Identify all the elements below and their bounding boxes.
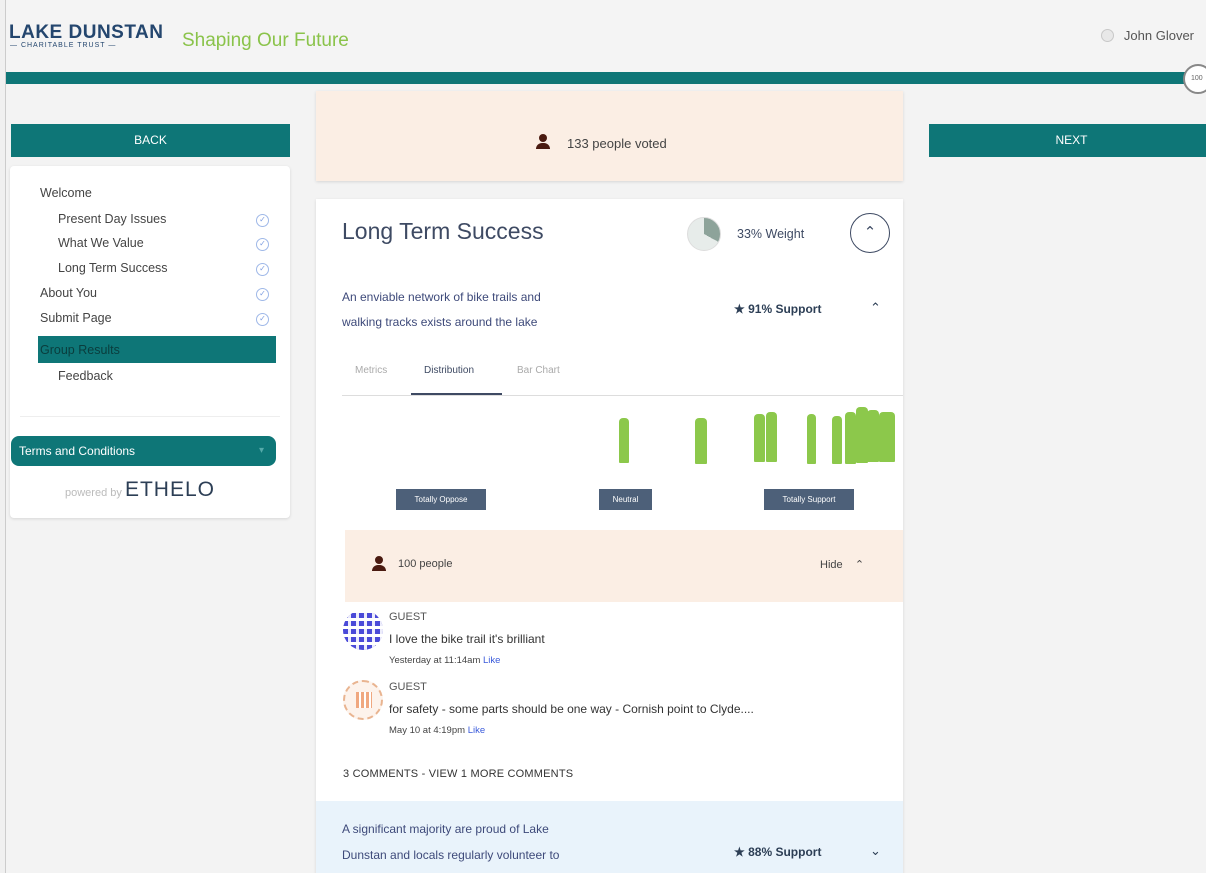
option-text-line2: walking tracks exists around the lake: [342, 315, 538, 329]
person-figure: [867, 410, 879, 462]
user-name: John Glover: [1123, 28, 1194, 43]
check-icon: ✓: [256, 288, 269, 301]
sidebar-item-present-day-issues[interactable]: Present Day Issues: [58, 212, 166, 226]
terms-label: Terms and Conditions: [19, 444, 136, 458]
progress-bar: [0, 72, 1192, 84]
chevron-down-icon[interactable]: ⌄: [870, 843, 881, 859]
sidebar-item-submit-page[interactable]: Submit Page: [40, 311, 112, 325]
option-support: ★ 88% Support: [734, 845, 822, 859]
sidebar-item-long-term-success[interactable]: Long Term Success: [58, 261, 168, 275]
window-frame: [0, 0, 6, 873]
person-figure: [807, 414, 816, 464]
avatar: [343, 680, 383, 720]
comment-time: Yesterday at 11:14am: [389, 655, 481, 666]
sidebar: Welcome Present Day Issues ✓ What We Val…: [10, 166, 290, 518]
label-totally-support: Totally Support: [764, 489, 854, 510]
person-figure: [845, 412, 856, 464]
collapse-section-button[interactable]: ⌃: [850, 213, 890, 253]
person-figure: [695, 418, 707, 464]
comment-author: GUEST: [389, 611, 427, 623]
sidebar-item-about-you[interactable]: About You: [40, 286, 97, 300]
sidebar-item-what-we-value[interactable]: What We Value: [58, 236, 144, 250]
label-neutral: Neutral: [599, 489, 652, 510]
user-avatar-icon: [1100, 29, 1114, 42]
logo-subtitle: — CHARITABLE TRUST —: [10, 42, 117, 49]
tagline: Shaping Our Future: [182, 30, 349, 51]
sidebar-item-group-results-label: Group Results: [40, 343, 120, 357]
active-tab-indicator: [411, 393, 502, 395]
chevron-up-icon[interactable]: ⌃: [870, 300, 881, 316]
option-text-line1: A significant majority are proud of Lake: [342, 822, 549, 836]
weight-label: 33% Weight: [737, 227, 805, 241]
people-count: 100 people: [398, 558, 453, 570]
powered-by-label: powered by: [65, 487, 122, 499]
hide-label: Hide: [820, 559, 843, 571]
option-text-line1: An enviable network of bike trails and: [342, 290, 541, 304]
person-figure: [619, 418, 629, 463]
hide-link[interactable]: Hide ⌃: [820, 558, 864, 571]
comment-author: GUEST: [389, 681, 427, 693]
powered-by: powered by ETHELO: [65, 478, 215, 502]
check-icon: ✓: [256, 263, 269, 276]
comment-meta: Yesterday at 11:14am Like: [389, 655, 500, 666]
terms-and-conditions-button[interactable]: Terms and Conditions ▾: [11, 436, 276, 466]
option-support: ★ 91% Support: [734, 302, 822, 316]
check-icon: ✓: [256, 238, 269, 251]
comment-text: for safety - some parts should be one wa…: [389, 702, 754, 716]
ethelo-logo: ETHELO: [124, 478, 215, 501]
tab-metrics[interactable]: Metrics: [355, 365, 387, 376]
check-icon: ✓: [256, 214, 269, 227]
label-totally-oppose: Totally Oppose: [396, 489, 486, 510]
votes-count: 133 people voted: [567, 136, 667, 151]
next-button[interactable]: NEXT: [929, 124, 1206, 157]
header: LAKE DUNSTAN — CHARITABLE TRUST — Shapin…: [0, 0, 1206, 72]
divider: [20, 416, 280, 417]
sidebar-item-feedback[interactable]: Feedback: [58, 369, 113, 383]
comment-time: May 10 at 4:19pm: [389, 725, 466, 736]
option-text-line2: Dunstan and locals regularly volunteer t…: [342, 848, 560, 862]
user-menu[interactable]: John Glover: [1100, 28, 1194, 43]
sidebar-item-welcome[interactable]: Welcome: [40, 186, 92, 200]
like-link[interactable]: Like: [483, 655, 500, 666]
comment-meta: May 10 at 4:19pm Like: [389, 725, 485, 736]
person-figure: [766, 412, 777, 462]
like-link[interactable]: Like: [468, 725, 485, 736]
logo-title: LAKE DUNSTAN: [9, 22, 164, 43]
back-button[interactable]: BACK: [11, 124, 290, 157]
avatar: [343, 610, 383, 650]
chevron-down-icon: ▾: [258, 445, 264, 456]
tab-distribution[interactable]: Distribution: [424, 365, 474, 376]
weight-pie-icon: [687, 217, 721, 251]
person-figure: [754, 414, 765, 462]
person-figure: [879, 412, 895, 462]
person-figure: [832, 416, 842, 464]
tab-bar-chart[interactable]: Bar Chart: [517, 365, 560, 376]
comment-text: I love the bike trail it's brilliant: [389, 632, 545, 646]
check-icon: ✓: [256, 313, 269, 326]
section-title: Long Term Success: [342, 218, 544, 244]
tabs-divider: [342, 395, 903, 396]
progress-badge: 100: [1183, 64, 1206, 94]
view-more-comments-link[interactable]: 3 COMMENTS - VIEW 1 MORE COMMENTS: [343, 768, 573, 780]
